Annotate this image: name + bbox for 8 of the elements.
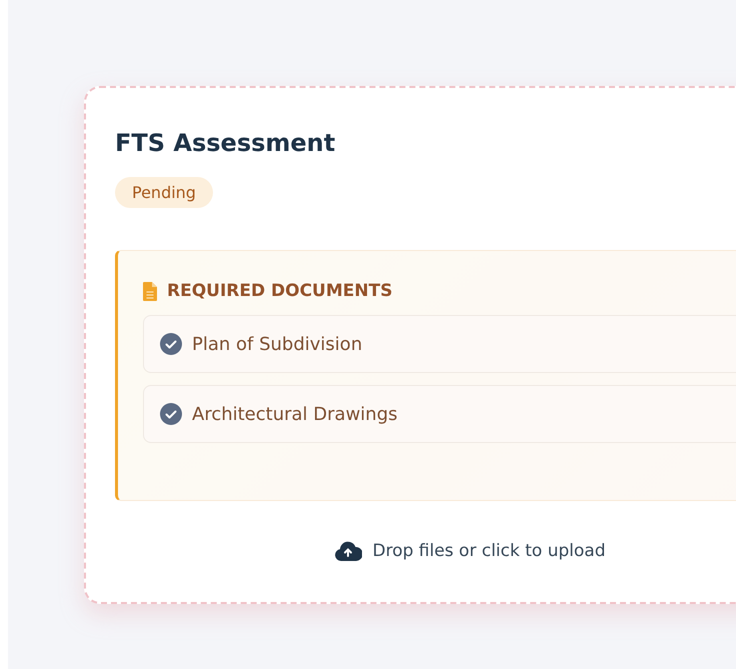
status-badge: Pending xyxy=(115,177,213,208)
document-name: Architectural Drawings xyxy=(192,404,398,425)
document-name: Plan of Subdivision xyxy=(192,334,362,355)
upload-prompt[interactable]: Drop files or click to upload xyxy=(372,541,606,562)
document-icon xyxy=(143,282,157,301)
cloud-upload-icon xyxy=(334,541,362,562)
section-heading: REQUIRED DOCUMENTS xyxy=(167,281,392,302)
card-title: FTS Assessment xyxy=(115,128,336,159)
